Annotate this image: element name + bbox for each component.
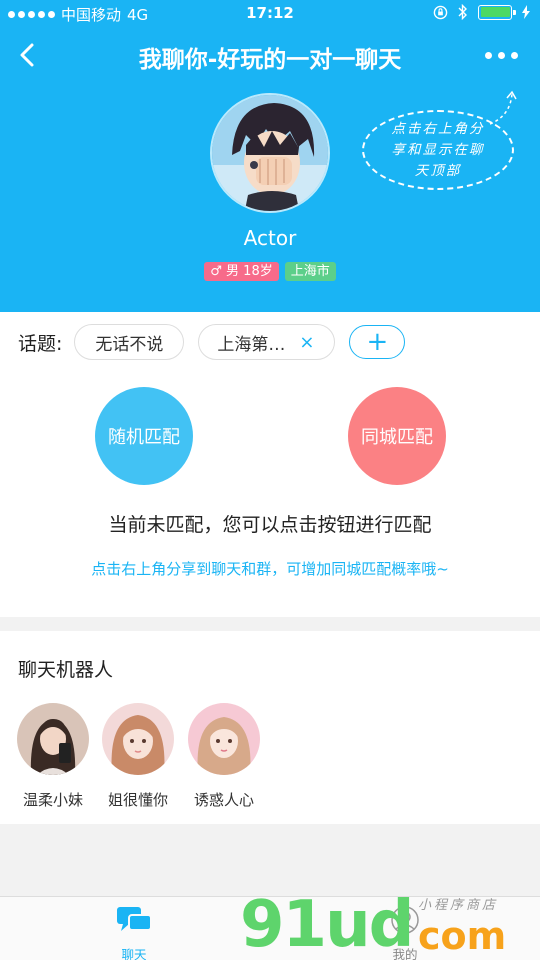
match-tip-text: 点击右上角分享到聊天和群，可增加同城匹配概率哦~ <box>91 560 449 578</box>
battery-icon <box>478 4 516 20</box>
profile-tags: ♂ 男 18岁 上海市 <box>0 262 540 281</box>
robot-item[interactable]: 姐很懂你 <box>101 703 175 810</box>
robot-name: 温柔小妹 <box>22 791 83 809</box>
city-badge: 上海市 <box>284 262 336 281</box>
status-bar: 中国移动 4G 17:12 <box>0 0 540 28</box>
profile-header: 中国移动 4G 17:12 我聊你-好玩的一对一聊天 Actor ♂ 男 18岁… <box>0 0 540 312</box>
gender-age-badge: ♂ 男 18岁 <box>204 262 279 281</box>
share-hint-line: 天顶部 <box>414 162 462 179</box>
share-hint-line: 享和显示在聊 <box>391 141 485 158</box>
topic-chip[interactable]: 上海第… × <box>198 324 336 360</box>
share-hint-bubble: 点击右上角分 享和显示在聊 天顶部 <box>362 110 514 190</box>
tab-mine[interactable]: 我的 <box>365 905 445 960</box>
tab-bar: 聊天 我的 <box>0 896 540 960</box>
robot-name: 姐很懂你 <box>107 791 168 809</box>
robot-item[interactable]: 温柔小妹 <box>16 703 90 810</box>
city-match-button[interactable]: 同城匹配 <box>348 387 446 485</box>
robot-item[interactable]: 诱惑人心 <box>187 703 261 810</box>
random-match-button[interactable]: 随机匹配 <box>95 387 193 485</box>
robot-avatar <box>102 703 174 775</box>
robot-name: 诱惑人心 <box>193 791 254 809</box>
user-icon <box>391 906 419 934</box>
navigation-bar: 我聊你-好玩的一对一聊天 <box>0 28 540 84</box>
topic-chip-label: 无话不说 <box>95 334 164 355</box>
robot-avatar <box>188 703 260 775</box>
topic-row: 话题: 无话不说 上海第… × + <box>18 324 406 360</box>
profile-name: Actor <box>243 226 297 250</box>
gender-icon: ♂ <box>210 264 227 279</box>
robot-avatar <box>17 703 89 775</box>
topic-chip[interactable]: 无话不说 <box>74 324 185 360</box>
share-hint-line: 点击右上角分 <box>391 120 485 137</box>
add-topic-button[interactable]: + <box>349 325 406 359</box>
topic-chip-label: 上海第… <box>217 334 286 355</box>
bluetooth-icon <box>458 4 467 20</box>
match-status-text: 当前未匹配，您可以点击按钮进行匹配 <box>108 514 432 536</box>
topic-label: 话题: <box>18 332 63 355</box>
tab-chat-label: 聊天 <box>121 947 147 960</box>
page-title: 我聊你-好玩的一对一聊天 <box>138 47 402 73</box>
lock-rotation-icon <box>433 5 448 19</box>
chat-bubbles-icon <box>117 907 152 931</box>
user-avatar[interactable] <box>210 93 330 213</box>
chat-robots-section: 聊天机器人 温柔小妹 姐很懂你 诱惑人心 <box>0 631 540 824</box>
tab-chat[interactable]: 聊天 <box>94 905 174 960</box>
section-title: 聊天机器人 <box>18 659 114 681</box>
gender-age-label: 男 18岁 <box>226 264 273 279</box>
remove-topic-icon[interactable]: × <box>299 332 314 353</box>
more-options-icon[interactable] <box>485 52 518 59</box>
charging-icon <box>522 5 530 19</box>
match-panel: 话题: 无话不说 上海第… × + 随机匹配 同城匹配 当前未匹配，您可以点击按钮… <box>0 312 540 617</box>
tab-mine-label: 我的 <box>392 947 418 960</box>
